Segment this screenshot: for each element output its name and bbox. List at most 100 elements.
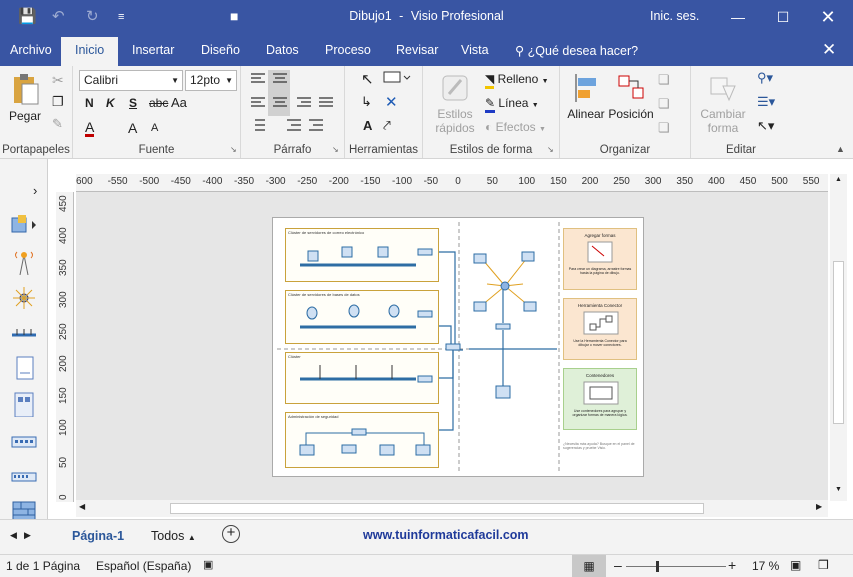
vertical-ruler: 450 400 350 300 250 200 150 100 50 0 xyxy=(56,192,74,502)
paragraph-align-icons[interactable] xyxy=(247,70,347,140)
tab-data[interactable]: Datos xyxy=(266,43,299,57)
select-icon[interactable]: ↖▾ xyxy=(757,118,774,134)
connector-tool-icon[interactable]: ↳ xyxy=(361,94,372,110)
ethernet-bus-icon[interactable] xyxy=(10,321,38,347)
connection-point-icon[interactable]: ✕ xyxy=(385,93,398,111)
group-label-shape-styles: Estilos de forma xyxy=(449,144,533,156)
italic-button[interactable]: K xyxy=(106,96,115,110)
text-tool-button[interactable]: A xyxy=(363,118,372,133)
grow-font-button[interactable]: A xyxy=(128,120,137,136)
font-size-select[interactable]: 12pto ▼ xyxy=(185,70,237,91)
collapse-ribbon-icon[interactable]: ▲ xyxy=(836,144,845,154)
cut-icon[interactable]: ✂ xyxy=(52,72,64,89)
effects-button[interactable]: ◐ Efectos ▼ xyxy=(485,120,546,134)
ruler-tick-label: -150 xyxy=(360,176,381,187)
position-button[interactable]: Posición xyxy=(608,72,654,121)
language-indicator[interactable]: Español (España) xyxy=(96,559,191,573)
bold-button[interactable]: N xyxy=(85,96,94,110)
ruler-tick-label: 0 xyxy=(58,494,69,500)
scroll-up-icon[interactable]: ▲ xyxy=(835,176,842,183)
tell-me-box[interactable]: ⚲ ¿Qué desea hacer? xyxy=(515,43,638,58)
scroll-pages-right-icon[interactable]: ▶ xyxy=(24,530,31,541)
close-button[interactable]: ✕ xyxy=(808,4,848,30)
shape-styles-dialog-launcher[interactable]: ↘ xyxy=(547,145,554,154)
shapes-stencil-icon[interactable] xyxy=(10,213,38,239)
group-clipboard: Pegar ✂ ❐ ✎ Portapapeles xyxy=(0,66,73,158)
vertical-scroll-thumb[interactable] xyxy=(833,261,844,424)
page-tab-1[interactable]: Página-1 xyxy=(72,529,124,543)
tab-design[interactable]: Diseño xyxy=(201,43,240,57)
group-objects-icon[interactable]: ❏ xyxy=(658,120,670,136)
switch-windows-icon[interactable]: ❒ xyxy=(818,558,829,572)
quick-styles-button[interactable]: Estilos rápidos xyxy=(427,72,483,135)
star-network-icon[interactable] xyxy=(10,285,38,311)
horizontal-scroll-thumb[interactable] xyxy=(170,503,704,514)
switch-icon[interactable] xyxy=(10,429,38,455)
rectangle-tool-icon[interactable] xyxy=(383,70,411,87)
expand-shapes-icon[interactable]: › xyxy=(33,183,37,198)
ruler-tick-label: 250 xyxy=(613,176,630,187)
fill-button[interactable]: ◥ Relleno ▼ xyxy=(485,72,549,89)
zoom-out-button[interactable]: – xyxy=(614,557,622,573)
all-pages-button[interactable]: Todos ▲ xyxy=(151,529,196,543)
scroll-down-icon[interactable]: ▼ xyxy=(835,486,842,493)
document-icon[interactable] xyxy=(10,355,38,381)
tab-home[interactable]: Inicio xyxy=(61,37,119,66)
scroll-right-icon[interactable]: ▶ xyxy=(816,502,822,511)
pointer-icon[interactable]: ↖ xyxy=(361,70,374,88)
router-icon[interactable] xyxy=(10,463,38,489)
change-shape-button[interactable]: Cambiar forma xyxy=(697,72,749,135)
bring-forward-icon[interactable]: ❏ xyxy=(658,72,670,88)
tab-process[interactable]: Proceso xyxy=(325,43,371,57)
paste-button[interactable]: Pegar xyxy=(6,72,44,123)
font-dialog-launcher[interactable]: ↘ xyxy=(230,145,237,154)
tab-review[interactable]: Revisar xyxy=(396,43,438,57)
line-button[interactable]: ✎ Línea ▼ xyxy=(485,96,539,113)
align-button[interactable]: Alinear xyxy=(564,72,608,121)
close-ribbon-icon[interactable]: ✕ xyxy=(822,40,836,60)
page-count[interactable]: 1 de 1 Página xyxy=(6,559,80,573)
drawing-canvas[interactable]: Clúster de servidores de correo electrón… xyxy=(76,192,828,500)
horizontal-scrollbar[interactable]: ◀ ▶ xyxy=(76,500,828,517)
text-block-icon[interactable]: ⤤ xyxy=(383,117,391,134)
zoom-slider-thumb[interactable] xyxy=(656,561,659,572)
wireless-tower-icon[interactable] xyxy=(10,249,38,275)
zoom-level[interactable]: 17 % xyxy=(752,559,779,573)
fit-page-icon[interactable]: ▣ xyxy=(790,558,801,572)
minimize-button[interactable]: — xyxy=(718,4,758,30)
zoom-in-button[interactable]: + xyxy=(728,557,736,573)
send-backward-icon[interactable]: ❏ xyxy=(658,96,670,112)
find-icon[interactable]: ⚲▾ xyxy=(757,70,773,86)
tab-file[interactable]: Archivo xyxy=(10,43,52,57)
ruler-tick-label: 50 xyxy=(486,176,498,187)
scroll-pages-left-icon[interactable]: ◀ xyxy=(10,530,17,541)
scroll-left-icon[interactable]: ◀ xyxy=(79,502,85,511)
cluster-email[interactable]: Clúster de servidores de correo electrón… xyxy=(285,228,439,282)
cluster-security[interactable]: Administración de seguridad xyxy=(285,412,439,468)
tab-insert[interactable]: Insertar xyxy=(132,43,174,57)
font-color-button[interactable]: A xyxy=(85,120,95,137)
pen-icon: ✎ xyxy=(485,96,496,113)
zoom-slider[interactable] xyxy=(626,566,726,567)
underline-button[interactable]: S xyxy=(129,96,137,110)
font-family-select[interactable]: Calibri ▼ xyxy=(79,70,183,91)
server-rack-icon[interactable] xyxy=(10,391,38,417)
change-case-button[interactable]: Aa xyxy=(171,95,187,110)
cluster-generic[interactable]: Clúster xyxy=(285,352,439,404)
paragraph-dialog-launcher[interactable]: ↘ xyxy=(332,145,339,154)
drawing-page[interactable]: Clúster de servidores de correo electrón… xyxy=(272,217,644,477)
cluster-database[interactable]: Clúster de servidores de bases de datos xyxy=(285,290,439,344)
format-painter-icon[interactable]: ✎ xyxy=(52,116,63,132)
sign-in-link[interactable]: Inic. ses. xyxy=(650,9,699,23)
shrink-font-button[interactable]: A xyxy=(151,122,158,134)
layers-icon[interactable]: ☰▾ xyxy=(757,94,775,110)
tab-view[interactable]: Vista xyxy=(461,43,489,57)
macro-icon[interactable]: ▣ xyxy=(203,558,213,571)
strikethrough-button[interactable]: abc xyxy=(149,96,168,110)
presentation-mode-icon[interactable]: ▦ xyxy=(572,555,606,577)
vertical-scrollbar[interactable]: ▲ ▼ xyxy=(830,174,847,501)
add-page-icon[interactable]: + xyxy=(222,525,240,543)
maximize-button[interactable]: ☐ xyxy=(763,4,803,30)
copy-icon[interactable]: ❐ xyxy=(52,94,64,110)
ruler-tick-label: 100 xyxy=(518,176,536,187)
